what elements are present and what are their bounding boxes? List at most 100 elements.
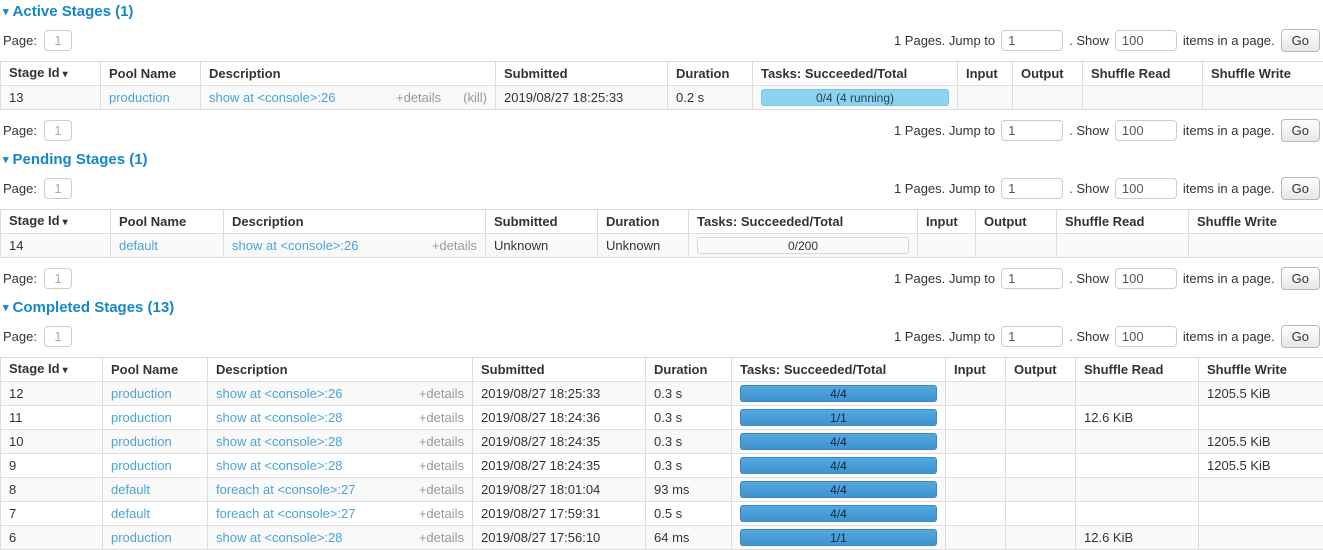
duration-cell: 64 ms: [646, 526, 732, 550]
pool-name-link[interactable]: default: [119, 238, 158, 253]
column-header-shuffle-read[interactable]: Shuffle Read: [1057, 210, 1189, 234]
sort-desc-icon: ▾: [63, 69, 68, 80]
details-toggle[interactable]: +details: [419, 506, 464, 521]
column-header-description[interactable]: Description: [208, 358, 473, 382]
details-toggle[interactable]: +details: [432, 238, 477, 253]
jump-to-page-input[interactable]: [1001, 326, 1063, 347]
column-header-output[interactable]: Output: [1006, 358, 1076, 382]
go-button[interactable]: Go: [1281, 325, 1320, 348]
go-button[interactable]: Go: [1281, 267, 1320, 290]
jump-to-page-input[interactable]: [1001, 120, 1063, 141]
column-header-shuffle-write[interactable]: Shuffle Write: [1199, 358, 1323, 382]
completed-stages-heading[interactable]: ▾Completed Stages (13): [0, 299, 1323, 316]
go-button[interactable]: Go: [1281, 177, 1320, 200]
duration-cell: 0.3 s: [646, 406, 732, 430]
column-header-tasks-succeeded-total[interactable]: Tasks: Succeeded/Total: [753, 62, 958, 86]
output-cell: [1006, 502, 1076, 526]
column-header-shuffle-write[interactable]: Shuffle Write: [1189, 210, 1323, 234]
details-toggle[interactable]: +details: [419, 410, 464, 425]
column-header-duration[interactable]: Duration: [598, 210, 689, 234]
items-per-page-input[interactable]: [1115, 30, 1177, 51]
column-header-submitted[interactable]: Submitted: [496, 62, 668, 86]
tasks-cell: 1/1: [732, 406, 946, 430]
column-header-output[interactable]: Output: [1013, 62, 1083, 86]
column-header-input[interactable]: Input: [918, 210, 976, 234]
column-header-pool-name[interactable]: Pool Name: [101, 62, 201, 86]
pool-name-link[interactable]: production: [111, 410, 172, 425]
jump-to-page-input[interactable]: [1001, 178, 1063, 199]
page-number-input[interactable]: [44, 120, 72, 141]
stage-description-link[interactable]: show at <console>:28: [216, 530, 409, 545]
details-toggle[interactable]: +details: [419, 458, 464, 473]
column-header-submitted[interactable]: Submitted: [486, 210, 598, 234]
stage-id-cell: 11: [1, 406, 103, 430]
page-number-input[interactable]: [44, 326, 72, 347]
column-header-stage-id[interactable]: Stage Id▾: [1, 358, 103, 382]
pool-name-cell: default: [103, 478, 208, 502]
stage-description-link[interactable]: show at <console>:28: [216, 434, 409, 449]
column-header-stage-id[interactable]: Stage Id▾: [1, 210, 111, 234]
page-number-input[interactable]: [44, 268, 72, 289]
column-header-shuffle-read[interactable]: Shuffle Read: [1083, 62, 1203, 86]
pool-name-link[interactable]: production: [111, 458, 172, 473]
stage-description-link[interactable]: show at <console>:28: [216, 410, 409, 425]
shuffle-write-cell: [1199, 478, 1323, 502]
column-header-input[interactable]: Input: [946, 358, 1006, 382]
stage-description-link[interactable]: show at <console>:26: [209, 90, 386, 105]
column-header-description[interactable]: Description: [224, 210, 486, 234]
column-header-shuffle-read[interactable]: Shuffle Read: [1076, 358, 1199, 382]
show-text: . Show: [1069, 123, 1109, 138]
jump-to-page-input[interactable]: [1001, 30, 1063, 51]
details-toggle[interactable]: +details: [419, 434, 464, 449]
total-pages-text: 1 Pages. Jump to: [894, 123, 995, 138]
pool-name-link[interactable]: production: [111, 530, 172, 545]
column-header-pool-name[interactable]: Pool Name: [103, 358, 208, 382]
page-label: Page:: [3, 33, 37, 48]
column-header-duration[interactable]: Duration: [668, 62, 753, 86]
items-per-page-input[interactable]: [1115, 326, 1177, 347]
items-per-page-input[interactable]: [1115, 268, 1177, 289]
active-stages-heading[interactable]: ▾Active Stages (1): [0, 3, 1323, 20]
column-header-input[interactable]: Input: [958, 62, 1013, 86]
active-stages-table: Stage Id▾Pool NameDescriptionSubmittedDu…: [0, 61, 1323, 110]
completed-stages-table: Stage Id▾Pool NameDescriptionSubmittedDu…: [0, 357, 1323, 550]
pool-name-link[interactable]: default: [111, 482, 150, 497]
pool-name-link[interactable]: production: [111, 386, 172, 401]
page-number-input[interactable]: [44, 178, 72, 199]
column-header-tasks-succeeded-total[interactable]: Tasks: Succeeded/Total: [689, 210, 918, 234]
go-button[interactable]: Go: [1281, 29, 1320, 52]
items-per-page-input[interactable]: [1115, 120, 1177, 141]
pending-stages-title: Pending Stages (1): [13, 151, 148, 168]
details-toggle[interactable]: +details: [396, 90, 441, 105]
pagination-bar: Page: 1 Pages. Jump to . Show items in a…: [0, 325, 1323, 348]
column-header-submitted[interactable]: Submitted: [473, 358, 646, 382]
column-header-output[interactable]: Output: [976, 210, 1057, 234]
page-number-input[interactable]: [44, 30, 72, 51]
pagination-left: Page:: [3, 326, 72, 347]
pool-name-link[interactable]: production: [109, 90, 170, 105]
pool-name-link[interactable]: default: [111, 506, 150, 521]
details-toggle[interactable]: +details: [419, 530, 464, 545]
stage-description-link[interactable]: foreach at <console>:27: [216, 482, 409, 497]
column-header-description[interactable]: Description: [201, 62, 496, 86]
jump-to-page-input[interactable]: [1001, 268, 1063, 289]
stage-description-link[interactable]: show at <console>:28: [216, 458, 409, 473]
show-text: . Show: [1069, 329, 1109, 344]
column-header-pool-name[interactable]: Pool Name: [111, 210, 224, 234]
column-header-tasks-succeeded-total[interactable]: Tasks: Succeeded/Total: [732, 358, 946, 382]
details-toggle[interactable]: +details: [419, 386, 464, 401]
pool-name-link[interactable]: production: [111, 434, 172, 449]
go-button[interactable]: Go: [1281, 119, 1320, 142]
column-header-shuffle-write[interactable]: Shuffle Write: [1203, 62, 1323, 86]
stage-description-link[interactable]: foreach at <console>:27: [216, 506, 409, 521]
pending-stages-heading[interactable]: ▾Pending Stages (1): [0, 151, 1323, 168]
output-cell: [1013, 86, 1083, 110]
column-header-duration[interactable]: Duration: [646, 358, 732, 382]
details-toggle[interactable]: +details: [419, 482, 464, 497]
stage-description-link[interactable]: show at <console>:26: [216, 386, 409, 401]
items-per-page-input[interactable]: [1115, 178, 1177, 199]
kill-link[interactable]: (kill): [463, 90, 487, 105]
stage-id-cell: 8: [1, 478, 103, 502]
stage-description-link[interactable]: show at <console>:26: [232, 238, 422, 253]
column-header-stage-id[interactable]: Stage Id▾: [1, 62, 101, 86]
